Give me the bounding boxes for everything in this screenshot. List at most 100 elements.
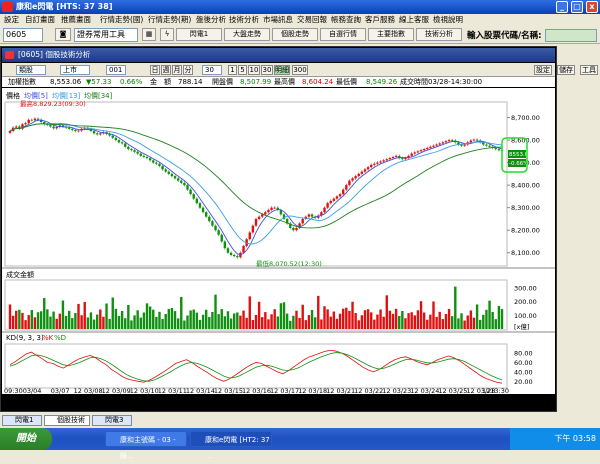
- save-button[interactable]: 儲存: [557, 65, 575, 75]
- volume-bar: [251, 320, 255, 329]
- minimize-button[interactable]: _: [556, 1, 568, 13]
- start-button[interactable]: 開始: [0, 428, 52, 450]
- volume-bar: [180, 296, 183, 329]
- volume-bar: [71, 318, 74, 329]
- toolbar-button-index-trend[interactable]: 大盤走勢: [224, 28, 270, 41]
- min-5-button[interactable]: 5: [238, 65, 247, 75]
- toolbar-button-watchlist[interactable]: 自選行情: [320, 28, 366, 41]
- menu-item-service[interactable]: 客戶服務: [365, 14, 395, 26]
- tab-flash1[interactable]: 閃電1: [2, 415, 42, 426]
- menu-item-settings[interactable]: 設定: [4, 14, 19, 26]
- volume-bar: [248, 296, 251, 329]
- candle-body: [136, 151, 139, 154]
- menu-item-after-hours[interactable]: 盤後分析: [196, 14, 226, 26]
- candle-body: [155, 162, 158, 164]
- taskbar-item-main[interactable]: 康和主號碼 - 03 - 錄...: [105, 431, 187, 460]
- candle-body: [326, 203, 329, 208]
- chart-area[interactable]: 價格 均價[5] 均價[13] 均價[34] 成交金額 KD(9, 3, 3) …: [2, 88, 555, 395]
- volume-bar: [120, 311, 124, 329]
- legend-d: %D: [54, 334, 66, 342]
- volume-bar: [176, 318, 180, 329]
- toolbar-button-flash1[interactable]: 閃電1: [176, 28, 222, 41]
- volume-bar: [276, 316, 279, 329]
- volume-bar: [279, 303, 283, 329]
- stock-code-select[interactable]: 0605: [3, 28, 43, 42]
- candle-body: [363, 169, 367, 172]
- candle-body: [447, 140, 451, 142]
- freq-day-button[interactable]: 日: [150, 65, 160, 75]
- candle-body: [220, 234, 223, 242]
- code-select[interactable]: 001: [106, 65, 126, 75]
- tab-stock-technical[interactable]: 個股技術: [44, 415, 90, 426]
- toolbox-icon[interactable]: ▦: [142, 28, 156, 41]
- detail-button[interactable]: 明細: [274, 65, 290, 75]
- lookup-icon[interactable]: ◙: [55, 28, 71, 41]
- count-field[interactable]: 300: [292, 65, 308, 75]
- menu-item-market-news[interactable]: 市場訊息: [263, 14, 293, 26]
- taskbar: 開始 康和主號碼 - 03 - 錄... 康和e閃電 [HT2: 37 ... …: [0, 428, 600, 460]
- quote-open: 8,507.99: [240, 78, 272, 86]
- lightning-icon[interactable]: ϟ: [160, 28, 174, 41]
- candle-body: [385, 159, 388, 161]
- menu-item-market-futures[interactable]: 行情走勢(期): [148, 14, 191, 26]
- tool-select[interactable]: 證券常用工具: [74, 28, 138, 42]
- volume-bar: [460, 313, 463, 329]
- candle-body: [401, 158, 404, 160]
- volume-bar: [142, 312, 146, 329]
- x-axis-label: 12 03/15: [214, 387, 243, 394]
- menu-item-trade-report[interactable]: 交易回報: [297, 14, 327, 26]
- min-30-button[interactable]: 30: [261, 65, 273, 75]
- volume-y-axis: 300.00 200.00 100.00: [514, 285, 537, 320]
- window-titlebar: 康和e閃電 [HTS: 37 38] _ □ x: [0, 0, 600, 14]
- taskbar-item-flash[interactable]: 康和e閃電 [HT2: 37 ...: [190, 431, 272, 460]
- quote-low: 8,549.26: [366, 78, 398, 86]
- freq-month-button[interactable]: 月: [172, 65, 182, 75]
- volume-bar: [117, 316, 121, 329]
- candle-body: [494, 147, 497, 150]
- menu-item-account[interactable]: 帳務查詢: [331, 14, 361, 26]
- volume-bar: [419, 301, 423, 329]
- candle-body: [52, 126, 55, 129]
- toolbar-button-stock-trend[interactable]: 個股走勢: [272, 28, 318, 41]
- search-input[interactable]: [545, 29, 597, 42]
- quote-name: 加權指數: [8, 78, 36, 86]
- menu-item-market-domestic[interactable]: 行情走勢(國): [100, 14, 143, 26]
- volume-bar: [407, 313, 410, 329]
- volume-bar: [338, 313, 342, 329]
- volume-bar: [36, 312, 40, 329]
- tools-button[interactable]: 工具: [580, 65, 598, 75]
- menu-item-recommended[interactable]: 推薦畫面: [61, 14, 91, 26]
- volume-bar: [435, 316, 438, 329]
- period-select[interactable]: 類股: [16, 65, 46, 75]
- tab-flash3[interactable]: 閃電3: [92, 415, 132, 426]
- settings-button[interactable]: 設定: [534, 65, 552, 75]
- volume-bar: [64, 315, 68, 329]
- volume-bar: [432, 301, 435, 329]
- volume-bar: [292, 315, 295, 329]
- candle-body: [161, 165, 164, 170]
- menu-item-custom-screen[interactable]: 自訂畫面: [25, 14, 55, 26]
- freq-week-button[interactable]: 週: [161, 65, 171, 75]
- candle-body: [49, 124, 52, 127]
- menu-item-help[interactable]: 檢視說明: [433, 14, 463, 26]
- min-1-button[interactable]: 1: [228, 65, 237, 75]
- candle-body: [236, 256, 239, 258]
- market-select[interactable]: 上市: [60, 65, 90, 75]
- minutes-select[interactable]: 30: [202, 65, 222, 75]
- toolbar-button-major-index[interactable]: 主要指數: [368, 28, 414, 41]
- menu-item-technical[interactable]: 技術分析: [229, 14, 259, 26]
- option-bar: 類股 上市 001 日 週 月 分 30 1 5 10 30 明細 300 設定…: [2, 63, 598, 77]
- volume-bar: [242, 310, 245, 329]
- quote-time: 03/28-14:30:00: [428, 78, 483, 86]
- freq-minute-button[interactable]: 分: [183, 65, 193, 75]
- close-button[interactable]: x: [586, 1, 598, 13]
- menu-item-online-support[interactable]: 線上客服: [399, 14, 429, 26]
- min-10-button[interactable]: 10: [248, 65, 260, 75]
- toolbar-button-technical[interactable]: 技術分析: [416, 28, 462, 41]
- panel-logo-icon: [5, 51, 14, 59]
- candle-body: [229, 252, 233, 255]
- price-tick-label: 8,200.00: [511, 227, 540, 235]
- candle-body: [173, 176, 177, 179]
- maximize-button[interactable]: □: [571, 1, 583, 13]
- clock: 下午 03:58: [554, 434, 596, 443]
